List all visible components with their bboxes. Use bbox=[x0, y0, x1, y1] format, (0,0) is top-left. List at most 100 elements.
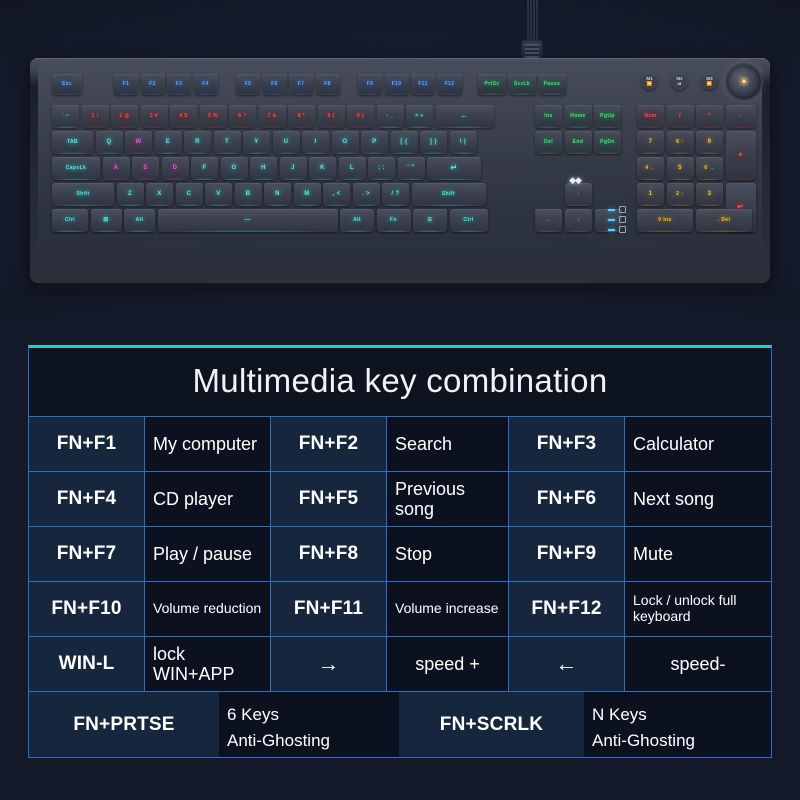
key-numpad-multiply[interactable]: * bbox=[696, 105, 723, 128]
key-left-alt[interactable]: Alt bbox=[124, 209, 155, 232]
key-left-shift[interactable]: Shift bbox=[52, 183, 114, 206]
key-f1[interactable]: F1 bbox=[114, 74, 138, 95]
key-ins[interactable]: Ins bbox=[535, 105, 562, 128]
key-sym10[interactable]: / ? bbox=[382, 183, 409, 206]
key-f7[interactable]: F7 bbox=[289, 74, 313, 95]
key-menu[interactable]: ☰ bbox=[413, 209, 447, 232]
key-num-9[interactable]: 9 ( bbox=[317, 105, 345, 128]
key-j[interactable]: J bbox=[279, 157, 307, 180]
key-i[interactable]: I bbox=[302, 131, 329, 154]
key-e[interactable]: E bbox=[154, 131, 182, 154]
key-u[interactable]: U bbox=[272, 131, 300, 154]
key-numpad-8[interactable]: 8 ↑ bbox=[666, 131, 694, 154]
key-b[interactable]: B bbox=[234, 183, 262, 206]
key-f6[interactable]: F6 bbox=[262, 74, 287, 95]
key-numpad-0[interactable]: 0 Ins bbox=[637, 209, 693, 232]
key-numpad-decimal[interactable]: . Del bbox=[696, 209, 752, 232]
key-right-ctrl[interactable]: Ctrl bbox=[449, 209, 488, 232]
key-sym9[interactable]: . > bbox=[352, 183, 380, 206]
key-num-11[interactable]: - _ bbox=[376, 105, 404, 128]
key-arrow-down[interactable]: ↓ bbox=[565, 209, 592, 232]
key-numpad-divide[interactable]: / bbox=[666, 105, 694, 128]
key-[interactable]: ] } bbox=[420, 131, 447, 154]
key-numpad-3[interactable]: 3 bbox=[696, 183, 723, 206]
key-left-ctrl[interactable]: Ctrl bbox=[52, 209, 88, 232]
key-w[interactable]: W bbox=[125, 131, 152, 154]
key-space[interactable]: — bbox=[157, 209, 338, 232]
key-f3[interactable]: F3 bbox=[167, 74, 191, 95]
key-num-8[interactable]: 8 * bbox=[288, 105, 315, 128]
key-sym10[interactable]: ; : bbox=[368, 157, 395, 180]
key-num-7[interactable]: 7 & bbox=[258, 105, 286, 128]
key-o[interactable]: O bbox=[331, 131, 359, 154]
key-num-3[interactable]: 3 # bbox=[140, 105, 168, 128]
key-m[interactable]: M bbox=[293, 183, 321, 206]
key-f4[interactable]: F4 bbox=[193, 74, 218, 95]
key-[interactable]: \ | bbox=[449, 131, 477, 154]
key-numpad-7[interactable]: 7 bbox=[637, 131, 664, 154]
key-f5[interactable]: F5 bbox=[236, 74, 260, 95]
key-backspace[interactable]: ← bbox=[435, 105, 494, 128]
key-prtsc[interactable]: PrtSc bbox=[478, 74, 506, 95]
key-d[interactable]: D bbox=[161, 157, 189, 180]
key-esc[interactable]: Esc bbox=[52, 74, 82, 95]
key-num-2[interactable]: 2 @ bbox=[111, 105, 138, 128]
key-numpad-4[interactable]: 4 ← bbox=[637, 157, 664, 180]
key-t[interactable]: T bbox=[213, 131, 241, 154]
key-right-shift[interactable]: Shift bbox=[411, 183, 486, 206]
key-capslock[interactable]: CapsLk bbox=[52, 157, 100, 180]
key-c[interactable]: C bbox=[175, 183, 203, 206]
key-n[interactable]: N bbox=[264, 183, 291, 206]
key-numpad-6[interactable]: 6 → bbox=[696, 157, 723, 180]
key-f[interactable]: F bbox=[191, 157, 218, 180]
key-pause[interactable]: Pause bbox=[538, 74, 566, 95]
key-tab[interactable]: TAB bbox=[52, 131, 93, 154]
key-numpad-1[interactable]: 1 bbox=[637, 183, 664, 206]
key-f10[interactable]: F10 bbox=[384, 74, 409, 95]
key-numpad-5[interactable]: 5 bbox=[666, 157, 694, 180]
key-num-4[interactable]: 4 $ bbox=[170, 105, 197, 128]
key-enter[interactable]: ↵ bbox=[427, 157, 481, 180]
key-pgdn[interactable]: PgDn bbox=[594, 131, 621, 154]
key-end[interactable]: End bbox=[564, 131, 592, 154]
key-numpad-9[interactable]: 9 bbox=[696, 131, 723, 154]
key-backtick[interactable]: ` ~ bbox=[52, 105, 79, 128]
key-numpad-2[interactable]: 2 ↓ bbox=[666, 183, 694, 206]
key-sym11[interactable]: ' " bbox=[397, 157, 425, 180]
key-q[interactable]: Q bbox=[95, 131, 123, 154]
key-fn[interactable]: Fn bbox=[376, 209, 411, 232]
key-y[interactable]: Y bbox=[243, 131, 270, 154]
key-s[interactable]: S bbox=[132, 157, 159, 180]
key-l[interactable]: L bbox=[338, 157, 366, 180]
key-sym8[interactable]: , < bbox=[323, 183, 350, 206]
key-f11[interactable]: F11 bbox=[411, 74, 435, 95]
key-f2[interactable]: F2 bbox=[140, 74, 165, 95]
key-g[interactable]: G bbox=[220, 157, 248, 180]
key-num-1[interactable]: 1 ! bbox=[81, 105, 109, 128]
key-a[interactable]: A bbox=[102, 157, 130, 180]
brightness-dial[interactable]: ☀ bbox=[727, 65, 761, 99]
macro-button-m3[interactable]: M3 ⏩ bbox=[701, 73, 718, 90]
key-h[interactable]: H bbox=[250, 157, 277, 180]
key-arrow-up[interactable]: ↑ bbox=[565, 183, 592, 206]
key-numlock[interactable]: Num bbox=[637, 105, 664, 128]
key-del[interactable]: Del bbox=[535, 131, 562, 154]
key-z[interactable]: Z bbox=[116, 183, 144, 206]
key-numpad-minus[interactable]: - bbox=[725, 105, 756, 128]
key-scrlk[interactable]: ScrLk bbox=[508, 74, 536, 95]
key-f8[interactable]: F8 bbox=[315, 74, 340, 95]
key-[interactable]: [ { bbox=[390, 131, 418, 154]
key-x[interactable]: X bbox=[146, 183, 173, 206]
key-f9[interactable]: F9 bbox=[358, 74, 382, 95]
key-num-10[interactable]: 0 ) bbox=[347, 105, 374, 128]
macro-button-m1[interactable]: M1 ⏪ bbox=[641, 73, 658, 90]
key-r[interactable]: R bbox=[184, 131, 211, 154]
key-p[interactable]: P bbox=[361, 131, 388, 154]
key-pgup[interactable]: PgUp bbox=[594, 105, 621, 128]
key-num-5[interactable]: 5 % bbox=[199, 105, 227, 128]
macro-button-m2[interactable]: M2 ⏯ bbox=[671, 73, 688, 90]
key-arrow-left[interactable]: ← bbox=[535, 209, 562, 232]
key-k[interactable]: K bbox=[309, 157, 336, 180]
key-v[interactable]: V bbox=[205, 183, 232, 206]
key-f12[interactable]: F12 bbox=[437, 74, 462, 95]
